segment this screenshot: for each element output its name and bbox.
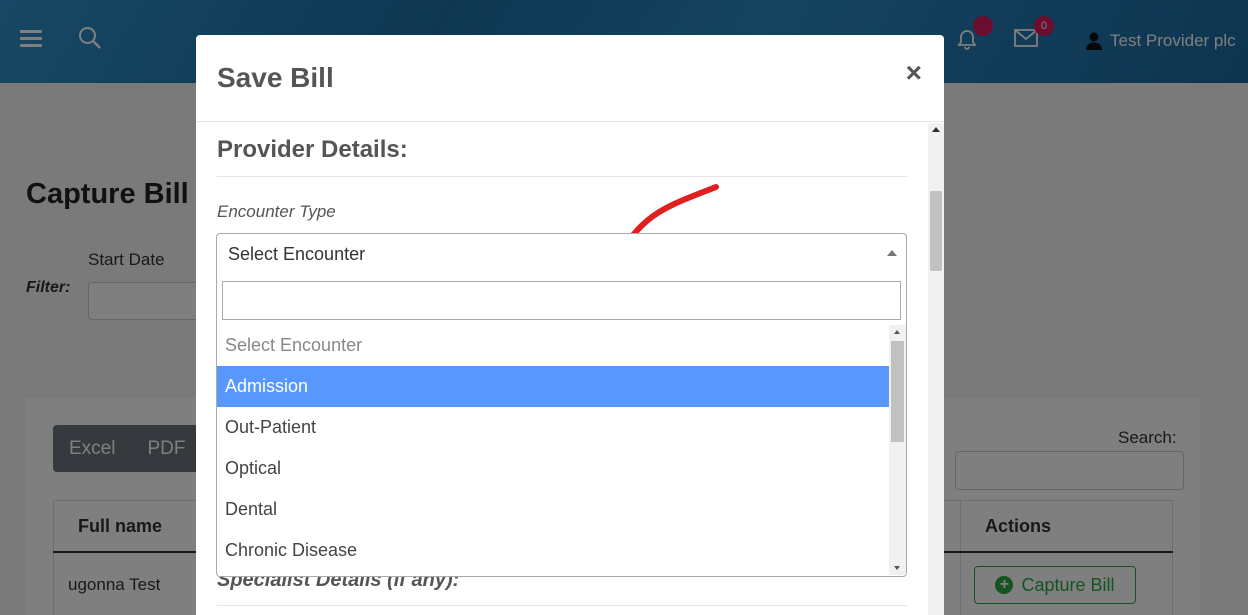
- encounter-type-label: Encounter Type: [217, 202, 336, 221]
- dropdown-search-input[interactable]: [222, 281, 901, 320]
- scroll-down-icon[interactable]: [894, 566, 900, 570]
- section-divider: [217, 605, 907, 606]
- option-out-patient[interactable]: Out-Patient: [217, 407, 889, 448]
- caret-up-icon: [887, 250, 897, 256]
- options-scrollbar[interactable]: [889, 325, 906, 575]
- option-chronic-disease[interactable]: Chronic Disease: [217, 530, 889, 571]
- scroll-up-icon[interactable]: [894, 330, 900, 334]
- section-divider: [217, 176, 907, 177]
- scrollbar-thumb[interactable]: [891, 341, 904, 442]
- modal-title: Save Bill: [217, 62, 334, 93]
- scroll-up-icon[interactable]: [932, 127, 940, 132]
- option-optical[interactable]: Optical: [217, 448, 889, 489]
- provider-details-title: Provider Details:: [217, 136, 408, 163]
- modal-header: Save Bill ×: [196, 35, 944, 122]
- option-admission[interactable]: Admission: [217, 366, 889, 407]
- encounter-dropdown: Select Encounter Admission Out-Patient O…: [216, 276, 907, 577]
- option-dental[interactable]: Dental: [217, 489, 889, 530]
- scrollbar-thumb[interactable]: [930, 191, 942, 271]
- encounter-selected-value: Select Encounter: [228, 244, 366, 264]
- encounter-options-list: Select Encounter Admission Out-Patient O…: [217, 325, 889, 577]
- modal-scrollbar[interactable]: [928, 123, 944, 615]
- close-icon[interactable]: ×: [906, 59, 922, 87]
- option-select-encounter[interactable]: Select Encounter: [217, 325, 889, 366]
- encounter-type-select[interactable]: Select Encounter: [216, 233, 907, 277]
